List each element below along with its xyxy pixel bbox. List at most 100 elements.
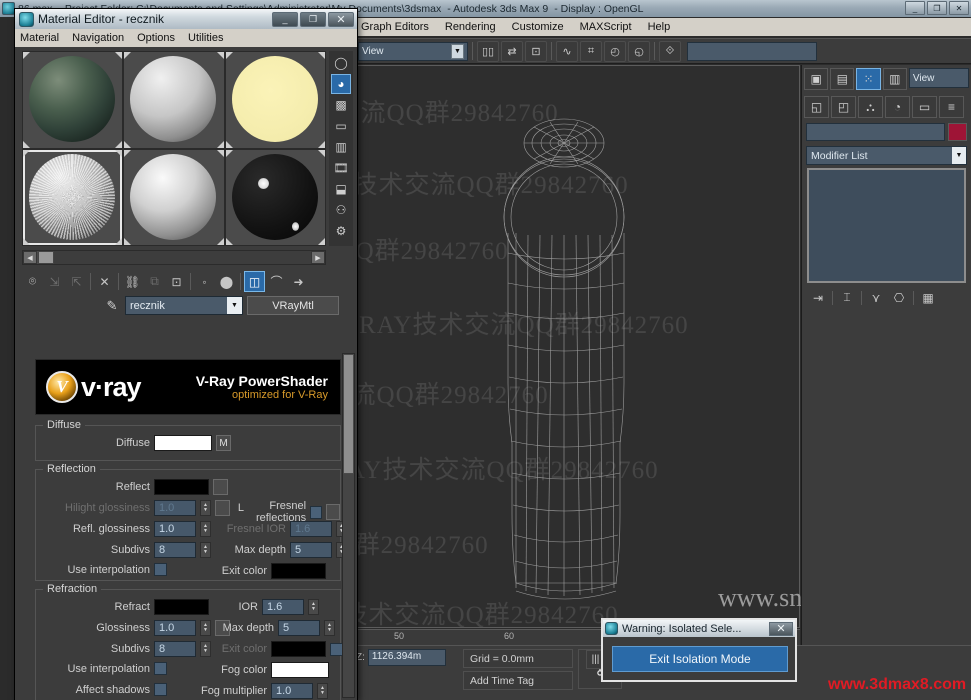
sidebar-item-hierarchy[interactable]: ⛬	[858, 96, 883, 118]
make-unique-icon[interactable]: ⋎	[867, 289, 885, 306]
me-menu-options[interactable]: Options	[137, 32, 175, 44]
show-end-result-icon[interactable]: ◫	[244, 271, 265, 292]
warning-dialog-titlebar[interactable]: Warning: Isolated Sele... ✕	[603, 620, 795, 637]
reflection-use-interpolation-checkbox[interactable]	[154, 563, 167, 576]
render-preset-combo[interactable]	[687, 41, 817, 61]
reflection-subdivs-input[interactable]: 8	[154, 542, 196, 558]
menu-item-maxscript[interactable]: MAXScript	[580, 21, 632, 33]
quick-render-icon[interactable]: ⟐	[659, 40, 681, 62]
pin-stack-icon[interactable]: ⇥	[809, 289, 827, 306]
sidebar-item-modify[interactable]: ◰	[831, 96, 856, 118]
show-end-result-icon[interactable]: ⌶	[838, 289, 856, 306]
app-minimize-button[interactable]: _	[905, 1, 925, 15]
sidebar-item-display[interactable]: ▭	[912, 96, 937, 118]
exit-isolation-mode-button[interactable]: Exit Isolation Mode	[612, 646, 788, 672]
reflection-subdivs-spinner[interactable]: ▲ ▼	[200, 542, 211, 558]
ior-input[interactable]: 1.6	[262, 599, 304, 615]
refraction-max-depth-spinner[interactable]: ▲ ▼	[324, 620, 335, 636]
snaps-toggle-icon[interactable]: ⁙	[856, 68, 881, 90]
vscrollbar-thumb[interactable]	[343, 354, 354, 474]
material-map-navigator-icon[interactable]: ⚙	[331, 221, 351, 241]
modifier-stack[interactable]	[807, 168, 966, 283]
sidebar-item-utilities[interactable]: ≡	[939, 96, 964, 118]
refraction-glossiness-input[interactable]: 1.0	[154, 620, 196, 636]
reflect-color-swatch[interactable]	[154, 479, 209, 495]
me-menu-utilities[interactable]: Utilities	[188, 32, 223, 44]
sample-slot-4[interactable]	[23, 149, 123, 245]
sample-uv-tiling-icon[interactable]: ▭	[331, 116, 351, 136]
show-map-in-viewport-icon[interactable]: ⬤	[216, 271, 237, 292]
mirror-icon[interactable]: ⇄	[501, 40, 523, 62]
sample-slot-6[interactable]	[225, 149, 325, 245]
refraction-use-interpolation-checkbox[interactable]	[154, 662, 167, 675]
modifier-list-dropdown[interactable]: Modifier List ▼	[806, 146, 967, 165]
diffuse-color-swatch[interactable]	[154, 435, 212, 451]
reset-map-icon[interactable]: ✕	[94, 271, 115, 292]
object-name-input[interactable]	[806, 123, 945, 141]
curve-editor-icon[interactable]: ∿	[556, 40, 578, 62]
render-frame-icon[interactable]: ▤	[830, 68, 855, 90]
fresnel-lock-button[interactable]: L	[326, 504, 340, 520]
remove-modifier-icon[interactable]: ⎔	[890, 289, 908, 306]
hscrollbar-thumb[interactable]	[38, 251, 54, 264]
app-restore-button[interactable]: ❐	[927, 1, 947, 15]
material-type-button[interactable]: VRayMtl	[247, 296, 339, 315]
z-coordinate-input[interactable]: 1126.394m	[367, 649, 446, 666]
hilight-glossiness-input[interactable]: 1.0	[154, 500, 196, 516]
put-material-to-scene-icon[interactable]: ⇲	[44, 271, 65, 292]
app-close-button[interactable]: ✕	[949, 1, 969, 15]
pick-material-icon[interactable]: ✎	[103, 296, 121, 315]
material-effects-channel-icon[interactable]: ◦	[194, 271, 215, 292]
fog-multiplier-input[interactable]: 1.0	[271, 683, 313, 699]
material-editor-icon[interactable]: ◴	[604, 40, 626, 62]
sample-slots-hscrollbar[interactable]: ◀ ▶	[22, 250, 326, 265]
affect-shadows-checkbox[interactable]	[154, 683, 167, 696]
me-menu-material[interactable]: Material	[20, 32, 59, 44]
fresnel-ior-input[interactable]: 1.6	[290, 521, 332, 537]
viewport[interactable]: 魔天制造VRAY技术交流QQ群29842760 魔天制造VRAY技术交流QQ群2…	[356, 65, 800, 628]
menu-item-rendering[interactable]: Rendering	[445, 21, 496, 33]
sidebar-item-motion[interactable]: ◔	[885, 96, 910, 118]
make-unique-icon[interactable]: ⧉	[144, 271, 165, 292]
make-preview-icon[interactable]: 🎞	[331, 158, 351, 178]
sample-type-icon[interactable]: ◯	[331, 53, 351, 73]
sidebar-item-create[interactable]: ◱	[804, 96, 829, 118]
make-material-copy-icon[interactable]: ⛓	[122, 271, 143, 292]
background-icon[interactable]: ▩	[331, 95, 351, 115]
named-selection-sets-icon[interactable]: ▯▯	[477, 40, 499, 62]
chevron-down-icon[interactable]: ▼	[227, 297, 242, 314]
go-forward-to-sibling-icon[interactable]: ➜	[288, 271, 309, 292]
assign-material-to-selection-icon[interactable]: ⇱	[66, 271, 87, 292]
options-icon[interactable]: ⬓	[331, 179, 351, 199]
menu-item-graph-editors[interactable]: Graph Editors	[361, 21, 429, 33]
align-icon[interactable]: ⊡	[525, 40, 547, 62]
reflection-exit-color-swatch[interactable]	[271, 563, 326, 579]
schematic-view-icon[interactable]: ⌗	[580, 40, 602, 62]
fog-color-swatch[interactable]	[271, 662, 329, 678]
hscrollbar-track[interactable]	[54, 251, 311, 264]
select-by-material-icon[interactable]: ⚇	[331, 200, 351, 220]
get-material-icon[interactable]: ⌾	[22, 271, 43, 292]
render-to-texture-icon[interactable]: ▣	[804, 68, 829, 90]
sample-slot-2[interactable]	[124, 52, 224, 148]
chevron-down-icon[interactable]: ▼	[451, 43, 464, 59]
menu-item-customize[interactable]: Customize	[512, 21, 564, 33]
me-close-button[interactable]: ✕	[328, 11, 354, 27]
reflection-max-depth-input[interactable]: 5	[290, 542, 332, 558]
refraction-max-depth-input[interactable]: 5	[278, 620, 320, 636]
render-scene-icon[interactable]: ◵	[628, 40, 650, 62]
menu-item-help[interactable]: Help	[648, 21, 671, 33]
object-color-swatch[interactable]	[948, 123, 967, 141]
sample-slot-5[interactable]	[124, 149, 224, 245]
material-name-input[interactable]: recznik ▼	[125, 296, 243, 315]
reflect-map-button[interactable]: .	[213, 479, 228, 495]
me-minimize-button[interactable]: _	[272, 11, 298, 27]
video-color-check-icon[interactable]: ▥	[331, 137, 351, 157]
add-time-tag-button[interactable]: Add Time Tag	[463, 671, 573, 690]
me-restore-button[interactable]: ❐	[300, 11, 326, 27]
go-to-parent-icon[interactable]: ⌒	[266, 271, 287, 292]
fresnel-reflections-checkbox[interactable]	[310, 505, 323, 519]
diffuse-map-button[interactable]: M	[216, 435, 231, 451]
viewport-config-icon[interactable]: ▥	[882, 68, 907, 90]
backlight-icon[interactable]: ◕	[331, 74, 351, 94]
